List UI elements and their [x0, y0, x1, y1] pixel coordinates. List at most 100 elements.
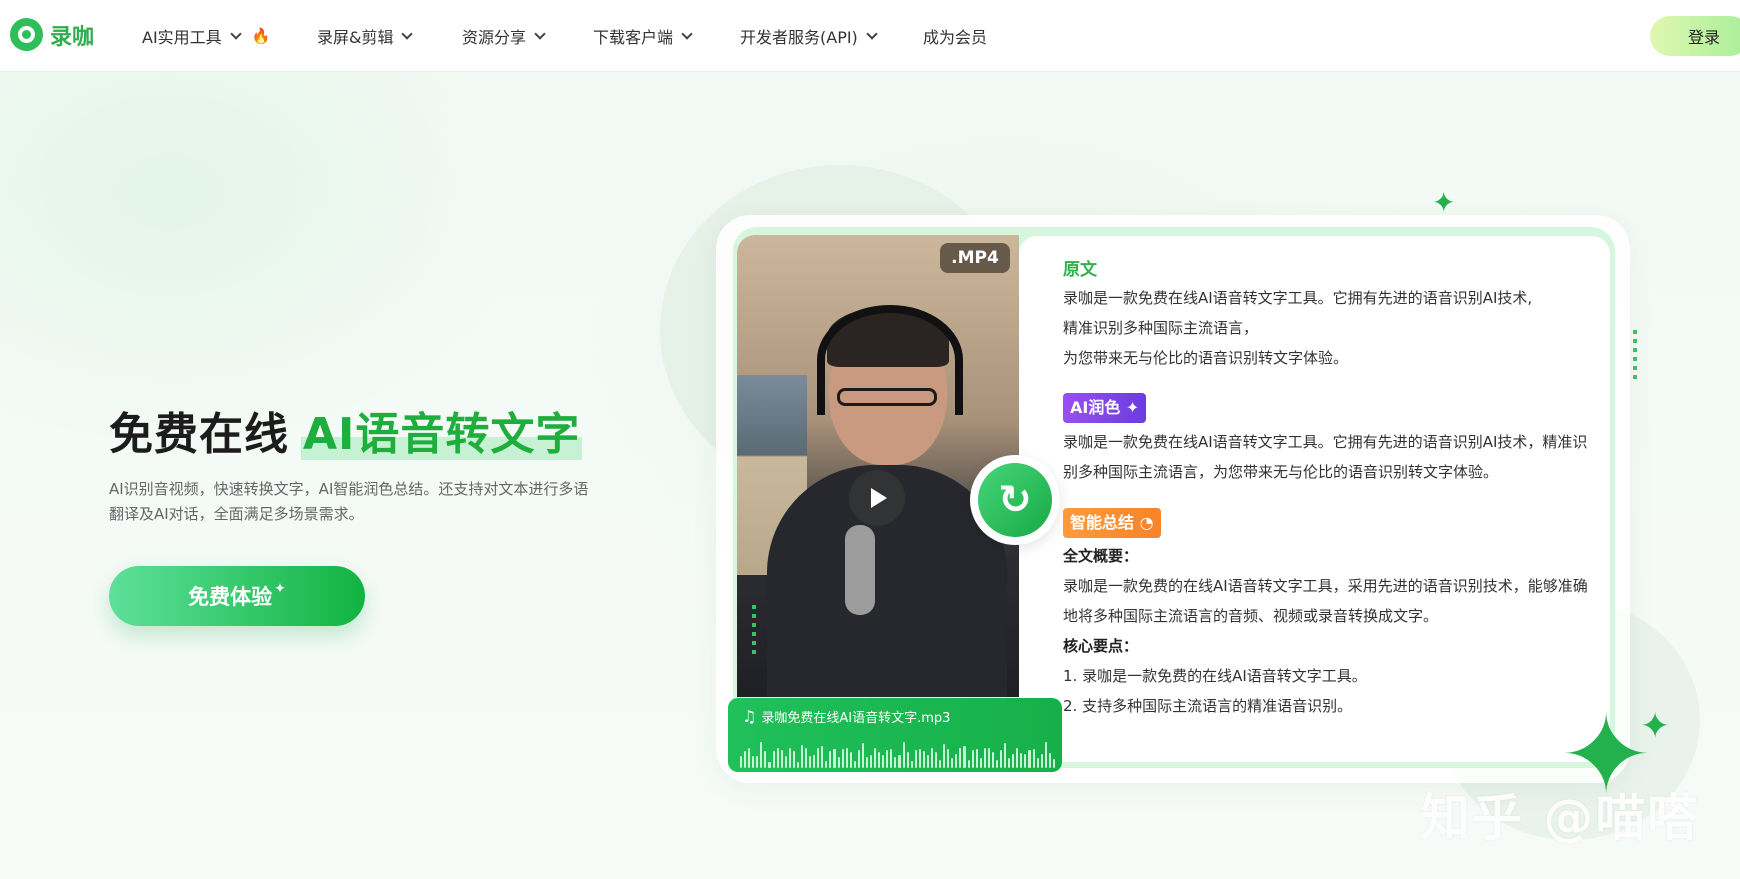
waveform-bar [772, 750, 775, 768]
chevron-down-icon [534, 27, 546, 40]
waveform-bar [979, 757, 982, 768]
chevron-down-icon [401, 27, 414, 40]
audio-waveform [740, 738, 1055, 768]
waveform-bar [796, 761, 799, 768]
waveform-bar [744, 751, 747, 768]
waveform-bar [890, 748, 893, 768]
waveform-bar [991, 752, 994, 768]
chevron-down-icon [230, 27, 242, 40]
waveform-bar [756, 755, 759, 768]
hero-title-plain: 免费在线 [109, 409, 289, 460]
waveform-bar [841, 749, 844, 768]
decor-dots [1633, 330, 1637, 384]
original-line: 精准识别多种国际主流语言， [1063, 319, 1259, 337]
nav-item-label: 录屏&剪辑 [317, 28, 394, 47]
key-point-item: 2. 支持多种国际主流语言的精准语音识别。 [1063, 697, 1353, 715]
waveform-bar [943, 744, 946, 768]
waveform-bar [829, 750, 832, 768]
waveform-bar [983, 748, 986, 768]
nav-item-resources[interactable]: 资源分享 [462, 24, 546, 48]
waveform-bar [878, 751, 881, 768]
brand-logo[interactable]: 录咖 [10, 18, 94, 51]
waveform-bar [805, 748, 808, 768]
nav-item-record-edit[interactable]: 录屏&剪辑 [317, 24, 414, 48]
waveform-bar [971, 749, 974, 768]
ai-polish-tag: AI润色 ✦ [1063, 393, 1147, 423]
cta-label: 免费体验 [188, 585, 273, 609]
waveform-bar [865, 756, 868, 768]
watermark: 知乎 @喵嗒 [1420, 789, 1700, 847]
chevron-down-icon [681, 27, 693, 40]
waveform-bar [1008, 758, 1011, 768]
waveform-bar [861, 742, 864, 768]
sparkle-icon: ✦ [274, 581, 286, 597]
play-icon[interactable] [849, 470, 905, 526]
waveform-bar [752, 756, 755, 768]
waveform-bar [1000, 749, 1003, 768]
waveform-bar [995, 759, 998, 768]
waveform-bar [1028, 749, 1031, 768]
login-button[interactable]: 登录 [1650, 16, 1740, 56]
key-points-label: 核心要点： [1063, 637, 1139, 655]
decor-dots [752, 605, 756, 655]
waveform-bar [870, 754, 873, 768]
music-note-icon: ♫ [742, 707, 757, 726]
hero-description: AI识别音视频，快速转换文字，AI智能润色总结。还支持对文本进行多语翻译及AI对… [109, 480, 589, 523]
hero-title: 免费在线 AI语音转文字 [109, 398, 583, 462]
top-nav: 录咖 AI实用工具 🔥 录屏&剪辑 资源分享 下载客户端 开发者服务(API) … [0, 0, 1740, 72]
waveform-bar [768, 761, 771, 768]
nav-item-label: 资源分享 [462, 28, 527, 47]
waveform-bar [837, 756, 840, 768]
waveform-bar [963, 746, 966, 768]
waveform-bar [886, 750, 889, 768]
waveform-bar [955, 754, 958, 768]
waveform-bar [910, 760, 913, 768]
polish-text: 录咖是一款免费在线AI语音转文字工具。它拥有先进的语音识别AI技术，精准识别多种… [1063, 433, 1588, 481]
nav-item-download[interactable]: 下载客户端 [593, 24, 693, 48]
waveform-bar [849, 751, 852, 768]
waveform-bar [882, 754, 885, 768]
waveform-bar [760, 742, 763, 768]
waveform-bar [967, 760, 970, 768]
waveform-bar [780, 750, 783, 768]
audio-file-name: ♫ 录咖免费在线AI语音转文字.mp3 [742, 707, 950, 726]
original-line: 录咖是一款免费在线AI语音转文字工具。它拥有先进的语音识别AI技术, [1063, 289, 1533, 307]
waveform-bar [825, 761, 828, 768]
waveform-bar [894, 757, 897, 768]
waveform-bar [906, 751, 909, 768]
waveform-bar [776, 748, 779, 768]
waveform-bar [833, 748, 836, 768]
waveform-bar [914, 750, 917, 768]
overview-text: 录咖是一款免费的在线AI语音转文字工具，采用先进的语音识别技术，能够准确地将多种… [1063, 577, 1588, 625]
free-trial-button[interactable]: 免费体验 ✦ [109, 566, 365, 626]
waveform-bar [1020, 752, 1023, 768]
waveform-bar [788, 748, 791, 768]
nav-item-ai-tools[interactable]: AI实用工具 🔥 [142, 24, 270, 48]
waveform-bar [1024, 753, 1027, 768]
waveform-bar [813, 755, 816, 768]
summary-tag: 智能总结 ◔ [1063, 508, 1161, 538]
waveform-bar [1036, 758, 1039, 768]
video-format-badge: .MP4 [940, 243, 1010, 273]
convert-icon: ↻ [978, 463, 1052, 537]
waveform-bar [853, 761, 856, 768]
waveform-bar [740, 756, 743, 768]
waveform-bar [1032, 749, 1035, 768]
waveform-bar [918, 748, 921, 768]
waveform-bar [926, 754, 929, 768]
waveform-bar [939, 760, 942, 768]
waveform-bar [1044, 742, 1047, 768]
hero-title-highlight: AI语音转文字 [301, 409, 583, 460]
nav-item-developer-api[interactable]: 开发者服务(API) [740, 24, 878, 48]
waveform-bar [874, 748, 877, 768]
nav-item-label: 成为会员 [923, 28, 988, 47]
nav-item-membership[interactable]: 成为会员 [923, 24, 987, 48]
waveform-bar [951, 757, 954, 768]
glasses-illustration [837, 388, 937, 406]
waveform-bar [857, 750, 860, 768]
waveform-bar [792, 751, 795, 768]
waveform-bar [1048, 752, 1051, 768]
audio-file-name-text: 录咖免费在线AI语音转文字.mp3 [761, 711, 951, 726]
waveform-bar [930, 748, 933, 768]
waveform-bar [1016, 748, 1019, 768]
